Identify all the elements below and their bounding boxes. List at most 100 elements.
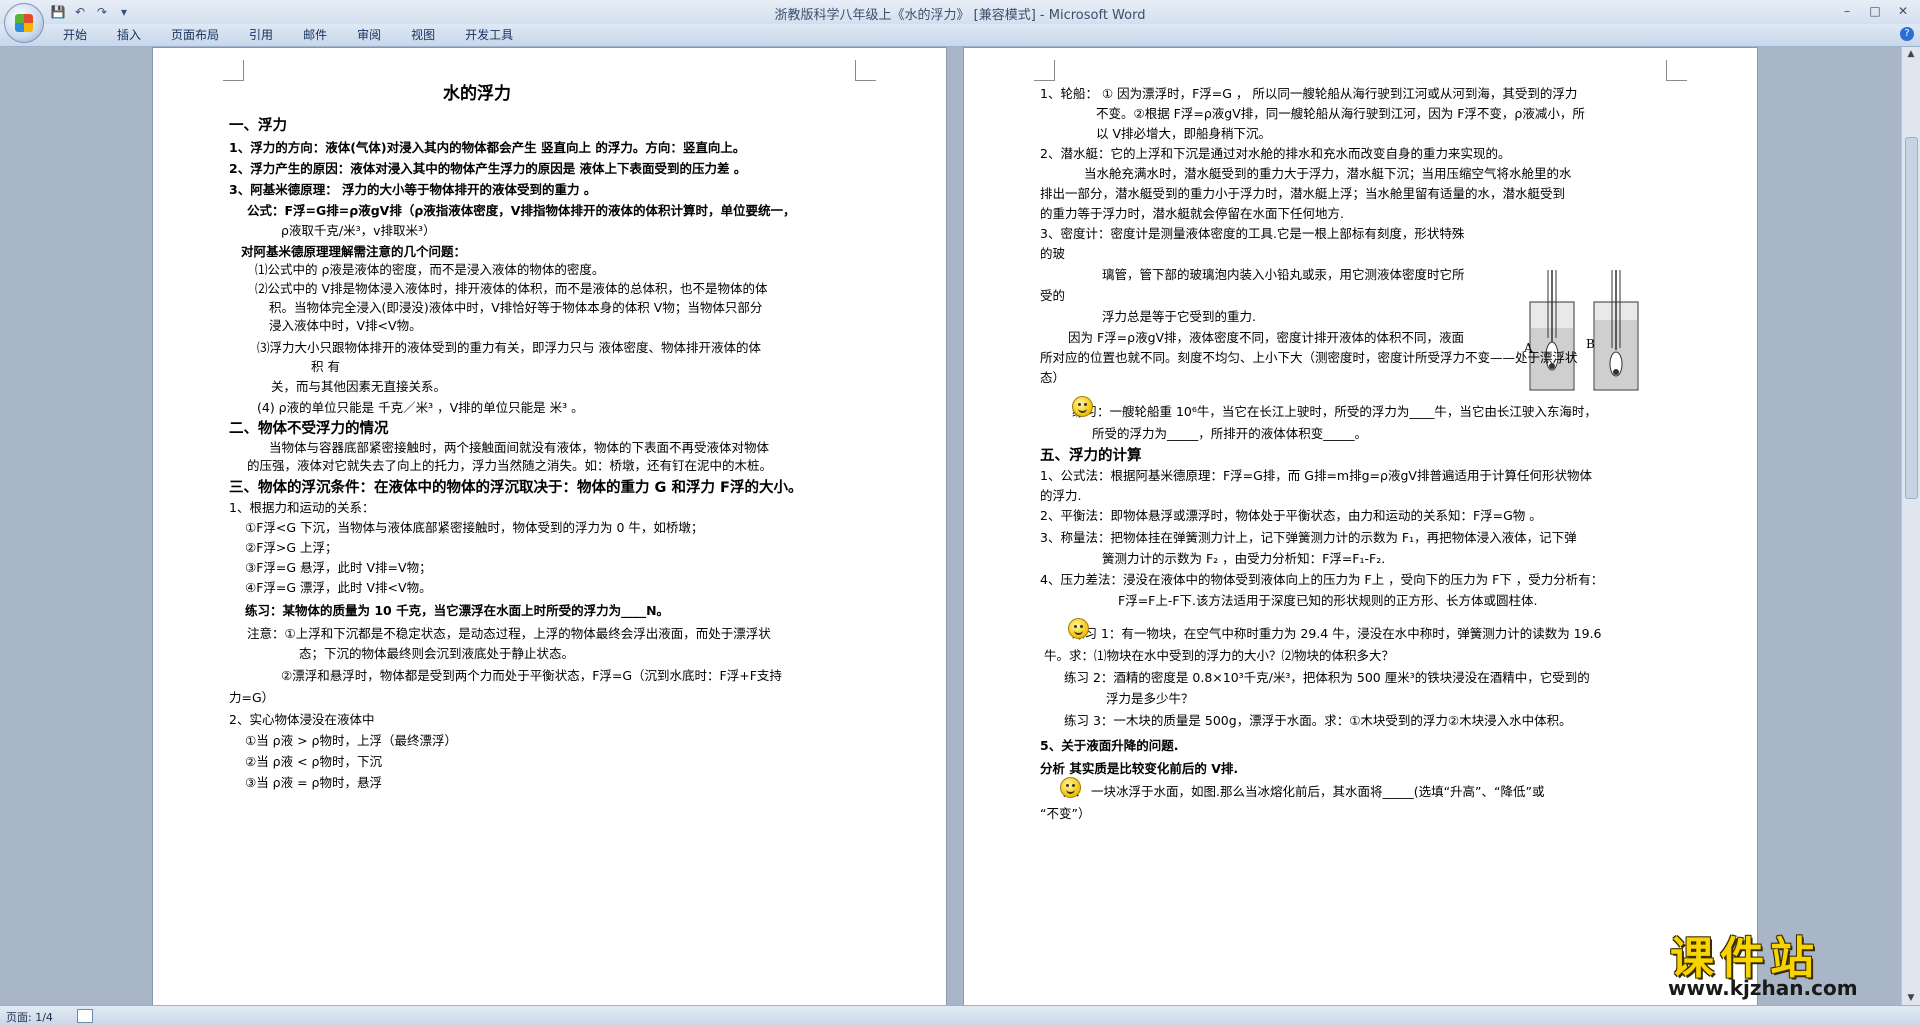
right-page-line-29: 练习 3：一木块的质量是 500g，漂浮于水面。求：①木块受到的浮力②木块浸入水… <box>1064 713 1572 728</box>
office-logo-icon <box>15 14 33 32</box>
app-name: Microsoft Word <box>1048 8 1146 23</box>
proofing-icon[interactable] <box>77 1009 93 1023</box>
tab-5[interactable]: 审阅 <box>342 26 396 44</box>
right-page-line-8: 的玻 <box>1040 246 1066 261</box>
right-page-line-31: 分析 其实质是比较变化前后的 V排. <box>1040 761 1239 776</box>
left-page-line-12: ⑶浮力大小只跟物体排开的液体受到的重力有关，即浮力只与 液体密度、物体排开液体的… <box>257 340 761 355</box>
right-page-line-0: 1、轮船： ① 因为漂浮时，F浮=G ， 所以同一艘轮船从海行驶到江河或从河到海… <box>1040 86 1578 101</box>
right-page-line-17: 五、浮力的计算 <box>1040 448 1142 464</box>
window-controls: – □ ✕ <box>1834 2 1916 20</box>
hydrometer-a <box>1529 270 1575 391</box>
tab-0[interactable]: 开始 <box>48 26 102 44</box>
ribbon-tabs: 开始 插入 页面布局 引用 邮件 审阅 视图 开发工具 <box>48 26 528 44</box>
smiley-face-icon <box>1072 396 1093 417</box>
tab-1[interactable]: 插入 <box>102 26 156 44</box>
right-page-line-9: 璃管，管下部的玻璃泡内装入小铅丸或汞，用它测液体密度时它所 <box>1102 267 1465 282</box>
right-page-line-23: 4、压力差法：浸没在液体中的物体受到液体向上的压力为 F上 ，受向下的压力为 F… <box>1040 572 1604 587</box>
document-page-left: 水的浮力一、浮力 1、浮力的方向：液体(气体)对浸入其内的物体都会产生 竖直向上 … <box>152 47 947 1005</box>
right-page-line-24: F浮=F上-F下.该方法适用于深度已知的形状规则的正方形、长方体或圆柱体. <box>1118 593 1538 608</box>
tab-3[interactable]: 引用 <box>234 26 288 44</box>
left-page-line-13: 积 有 <box>311 359 340 374</box>
right-page-line-6: 的重力等于浮力时，潜水艇就会停留在水面下任何地方. <box>1040 206 1344 221</box>
margin-corner-mark <box>1034 60 1055 81</box>
right-page-line-22: 簧测力计的示数为 F₂ ，由受力分析知：F浮=F₁-F₂. <box>1102 551 1386 566</box>
left-page-line-14: 关，而与其他因素无直接关系。 <box>271 379 447 394</box>
hydrometer-diagram: A B <box>1524 270 1639 391</box>
right-page-line-30: 5、关于液面升降的问题. <box>1040 738 1179 753</box>
left-page-line-25: 练习：某物体的质量为 10 千克，当它漂浮在水面上时所受的浮力为____N。 <box>245 603 670 618</box>
left-page-line-8: ⑴公式中的 ρ液是液体的密度，而不是浸入液体的物体的密度。 <box>255 262 605 277</box>
document-page-right: A B 1、轮船： ① 因为漂浮时，F浮=G ， 所以同一艘轮船从海行驶到江河或… <box>963 47 1758 1005</box>
right-page-line-1: 不变。②根据 F浮=ρ液gV排，同一艘轮船从海行驶到江河，因为 F浮不变，ρ液减… <box>1096 106 1585 121</box>
left-page-line-1: 一、浮力 <box>229 118 287 134</box>
right-page-line-4: 当水舱充满水时，潜水艇受到的重力大于浮力，潜水艇下沉；当用压缩空气将水舱里的水 <box>1084 166 1572 181</box>
right-page-line-14: 态） <box>1040 370 1066 385</box>
right-page-line-33: “不变”） <box>1040 806 1091 821</box>
left-page-line-7: 对阿基米德原理理解需注意的几个问题： <box>241 244 467 259</box>
left-page-line-23: ③F浮=G 悬浮，此时 V排=V物； <box>245 560 432 575</box>
left-page-line-15: (4) ρ液的单位只能是 千克／米³ ，V排的单位只能是 米³ 。 <box>257 400 584 415</box>
tab-2[interactable]: 页面布局 <box>156 26 234 44</box>
left-page-line-20: 1、根据力和运动的关系： <box>229 500 375 515</box>
left-page-line-21: ①F浮<G 下沉，当物体与液体底部紧密接触时，物体受到的浮力为 0 牛，如桥墩； <box>245 520 704 535</box>
left-page-line-31: ①当 ρ液 > ρ物时，上浮（最终漂浮） <box>245 733 457 748</box>
left-page-line-27: 态；下沉的物体最终则会沉到液底处于静止状态。 <box>299 646 575 661</box>
left-page-line-6: ρ液取千克/米³，v排取米³） <box>281 223 436 238</box>
right-page-line-25: 练习 1：有一物块，在空气中称时重力为 29.4 牛，浸没在水中称时，弹簧测力计… <box>1072 626 1602 641</box>
scrollbar-thumb[interactable] <box>1905 137 1918 499</box>
scroll-up-icon[interactable]: ▲ <box>1905 49 1917 59</box>
scroll-down-icon[interactable]: ▼ <box>1905 993 1917 1003</box>
left-page-line-5: 公式：F浮=G排=ρ液gV排（ρ液指液体密度，V排指物体排开的液体的体积计算时，… <box>247 203 796 218</box>
right-page-line-20: 2、平衡法：即物体悬浮或漂浮时，物体处于平衡状态，由力和运动的关系知：F浮=G物… <box>1040 508 1542 523</box>
close-button[interactable]: ✕ <box>1890 2 1916 20</box>
page-count-indicator[interactable]: 页面: 1/4 <box>6 1009 53 1025</box>
left-page-line-28: ②漂浮和悬浮时，物体都是受到两个力而处于平衡状态，F浮=G（沉到水底时：F浮+F… <box>281 668 782 683</box>
right-page-line-26: 牛。求：⑴物块在水中受到的浮力的大小？⑵物块的体积多大？ <box>1044 648 1395 663</box>
right-page-line-21: 3、称量法：把物体挂在弹簧测力计上，记下弹簧测力计的示数为 F₁，再把物体浸入液… <box>1040 530 1577 545</box>
help-icon[interactable]: ? <box>1900 27 1914 41</box>
tab-7[interactable]: 开发工具 <box>450 26 528 44</box>
left-page-line-10: 积。当物体完全浸入(即浸没)液体中时，V排恰好等于物体本身的体积 V物；当物体只… <box>269 300 763 315</box>
smiley-face-icon <box>1068 618 1089 639</box>
left-page-line-0: 水的浮力 <box>443 84 511 104</box>
left-page-line-18: 的压强，液体对它就失去了向上的托力，浮力当然随之消失。如：桥墩，还有钉在泥中的木… <box>247 458 773 473</box>
left-page-line-32: ②当 ρ液 < ρ物时，下沉 <box>245 754 382 769</box>
right-page-line-7: 3、密度计：密度计是测量液体密度的工具.它是一根上部标有刻度，形状特殊 <box>1040 226 1465 241</box>
margin-corner-mark <box>1666 60 1687 81</box>
left-page-line-2: 1、浮力的方向：液体(气体)对浸入其内的物体都会产生 竖直向上 的浮力。方向：竖… <box>229 140 746 155</box>
right-page-line-28: 浮力是多少牛？ <box>1106 691 1194 706</box>
title-bar: 💾 ↶ ↷ ▾ 浙教版科学八年级上《水的浮力》 [兼容模式] - Microso… <box>0 0 1920 24</box>
right-page-line-32: 例： 一块冰浮于水面，如图.那么当冰熔化前后，其水面将_____(选填“升高”、… <box>1062 784 1545 799</box>
right-page-line-11: 浮力总是等于它受到的重力. <box>1102 309 1256 324</box>
document-workspace: 水的浮力一、浮力 1、浮力的方向：液体(气体)对浸入其内的物体都会产生 竖直向上 … <box>0 47 1902 1005</box>
margin-corner-mark <box>223 60 244 81</box>
left-page-line-17: 当物体与容器底部紧密接触时，两个接触面间就没有液体，物体的下表面不再受液体对物体 <box>269 440 770 455</box>
maximize-button[interactable]: □ <box>1862 2 1888 20</box>
hydrometer-label-b: B <box>1586 337 1595 351</box>
vertical-scrollbar[interactable]: ▲ ▼ <box>1901 47 1920 1005</box>
right-page-line-2: 以 V排必增大，即船身稍下沉。 <box>1096 126 1272 141</box>
right-page-line-12: 因为 F浮=ρ液gV排，液体密度不同，密度计排开液体的体积不同，液面 <box>1068 330 1465 345</box>
left-page-line-26: 注意：①上浮和下沉都是不稳定状态，是动态过程，上浮的物体最终会浮出液面，而处于漂… <box>247 626 771 641</box>
right-page-line-19: 的浮力. <box>1040 488 1082 503</box>
left-page-line-24: ④F浮=G 漂浮，此时 V排<V物。 <box>245 580 432 595</box>
office-button[interactable] <box>4 3 44 43</box>
left-page-line-30: 2、实心物体浸没在液体中 <box>229 712 375 727</box>
ribbon-tab-bar: 开始 插入 页面布局 引用 邮件 审阅 视图 开发工具 ? <box>0 24 1920 47</box>
left-page-line-3: 2、浮力产生的原因：液体对浸入其中的物体产生浮力的原因是 液体上下表面受到的压力… <box>229 161 747 176</box>
left-page-line-22: ②F浮>G 上浮； <box>245 540 338 555</box>
status-bar: 页面: 1/4 <box>0 1005 1920 1025</box>
left-page-line-29: 力=G） <box>229 690 275 705</box>
tab-6[interactable]: 视图 <box>396 26 450 44</box>
left-page-line-11: 浸入液体中时，V排<V物。 <box>269 318 422 333</box>
site-watermark: 课件站 www.kjzhan.com <box>1660 922 1905 1002</box>
document-title: 浙教版科学八年级上《水的浮力》 [兼容模式] - <box>774 8 1049 23</box>
window-title: 浙教版科学八年级上《水的浮力》 [兼容模式] - Microsoft Word <box>0 4 1920 23</box>
smiley-face-icon <box>1060 777 1081 798</box>
left-page-line-16: 二、物体不受浮力的情况 <box>229 421 389 437</box>
margin-corner-mark <box>855 60 876 81</box>
right-page-line-5: 排出一部分，潜水艇受到的重力小于浮力时，潜水艇上浮；当水舱里留有适量的水，潜水艇… <box>1040 186 1566 201</box>
right-page-line-18: 1、公式法：根据阿基米德原理：F浮=G排，而 G排=m排g=ρ液gV排普遍适用于… <box>1040 468 1592 483</box>
tab-4[interactable]: 邮件 <box>288 26 342 44</box>
minimize-button[interactable]: – <box>1834 2 1860 20</box>
